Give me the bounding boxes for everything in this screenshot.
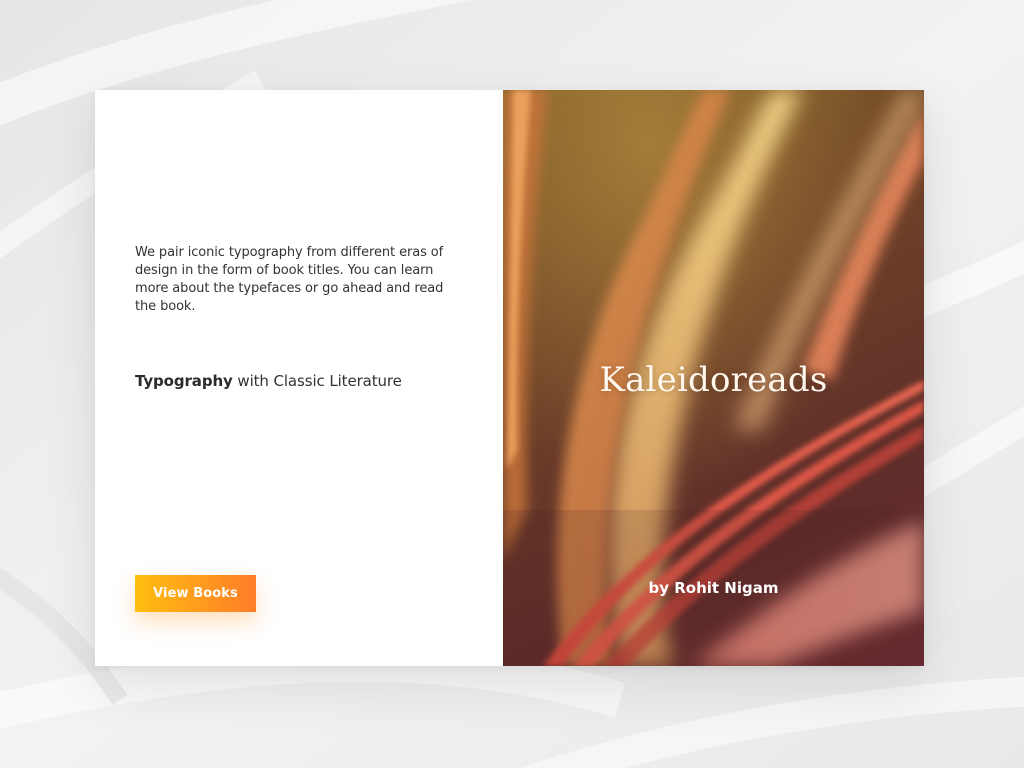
tagline-rest: with Classic Literature — [232, 372, 402, 390]
book-author: by Rohit Nigam — [648, 579, 779, 597]
info-panel: We pair iconic typography from different… — [95, 90, 503, 666]
tagline-strong: Typography — [135, 372, 233, 390]
book-card: We pair iconic typography from different… — [95, 90, 924, 666]
book-title: Kaleidoreads — [599, 360, 828, 400]
description-text: We pair iconic typography from different… — [135, 245, 444, 314]
tagline: Typography with Classic Literature — [135, 372, 402, 390]
view-books-button[interactable]: View Books — [135, 575, 256, 612]
book-cover[interactable]: Kaleidoreads by Rohit Nigam — [503, 90, 924, 666]
